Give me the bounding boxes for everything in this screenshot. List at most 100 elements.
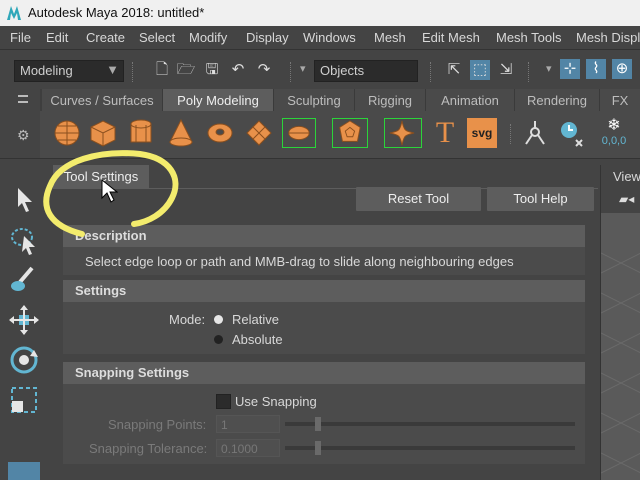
snap-curve-icon[interactable]: ⌇ — [586, 59, 606, 79]
relative-label[interactable]: Relative — [232, 312, 279, 327]
settings-header-label: Settings — [75, 283, 127, 298]
snapping-points-field[interactable]: 1 — [216, 415, 280, 433]
new-scene-icon[interactable]: 🗋 — [152, 60, 172, 80]
radio-absolute[interactable] — [214, 335, 223, 344]
description-header-label: Description — [75, 228, 147, 243]
menuset-dropdown[interactable]: Modeling ▼ — [14, 60, 124, 82]
menu-edit[interactable]: Edit — [46, 30, 68, 45]
lasso-tool-icon[interactable] — [8, 224, 40, 256]
shelf-menu-icon[interactable] — [18, 95, 28, 103]
select-tool-icon[interactable] — [8, 184, 40, 216]
select-object-icon[interactable]: ⬚ — [470, 60, 490, 80]
history-icon[interactable] — [556, 118, 586, 148]
poly-cone-icon[interactable] — [166, 118, 196, 148]
open-scene-icon[interactable]: 🗁 — [176, 60, 196, 80]
use-snapping-label[interactable]: Use Snapping — [235, 394, 317, 409]
poly-disc-icon[interactable] — [282, 118, 316, 148]
poly-cube-icon[interactable] — [88, 118, 118, 148]
reset-tool-button[interactable]: Reset Tool — [356, 187, 481, 211]
shelf: ⚙ T svg ❄ 0,0,0 — [0, 111, 640, 159]
svg-icon[interactable]: svg — [467, 118, 497, 148]
freeze-transform-icon[interactable]: ❄ 0,0,0 — [596, 118, 632, 148]
use-snapping-checkbox[interactable] — [216, 394, 231, 409]
shelf-tab-bar: Curves / Surfaces Poly Modeling Sculptin… — [0, 89, 640, 111]
undo-icon[interactable]: ↶ — [228, 60, 248, 80]
menu-file[interactable]: File — [10, 30, 31, 45]
status-line: Modeling ▼ 🗋 🗁 🖫 ↶ ↷ ▾ Objects ⇱ ⬚ ⇲ ▾ ⊹… — [0, 50, 640, 88]
select-component-icon[interactable]: ⇲ — [496, 60, 516, 80]
type-icon[interactable]: T — [430, 118, 460, 148]
menu-create[interactable]: Create — [86, 30, 125, 45]
selection-mask-dropdown[interactable]: Objects — [314, 60, 418, 82]
absolute-label[interactable]: Absolute — [232, 332, 283, 347]
shelf-tab-poly-modeling[interactable]: Poly Modeling — [163, 89, 274, 111]
shelf-tab-fx[interactable]: FX — [600, 89, 640, 111]
window-title: Autodesk Maya 2018: untitled* — [28, 5, 205, 20]
snapping-tolerance-slider-handle[interactable] — [315, 441, 321, 455]
viewport[interactable]: View ▰◂ — [600, 165, 640, 480]
viewport-grid — [601, 252, 640, 474]
settings-section-body: Mode: Relative Absolute — [63, 302, 585, 354]
snap-grid-icon[interactable]: ⊹ — [560, 59, 580, 79]
rotate-tool-icon[interactable] — [8, 344, 40, 376]
snapping-header-label: Snapping Settings — [75, 365, 190, 380]
shelf-menu-area — [0, 89, 40, 111]
shelf-tab-curves-surfaces[interactable]: Curves / Surfaces — [42, 89, 163, 111]
paint-select-tool-icon[interactable] — [8, 264, 40, 296]
description-section-body: Select edge loop or path and MMB-drag to… — [63, 247, 585, 275]
menuset-value: Modeling — [20, 63, 73, 78]
menu-edit-mesh[interactable]: Edit Mesh — [422, 30, 480, 45]
poly-plane-icon[interactable] — [244, 118, 274, 148]
snap-point-icon[interactable]: ⊕ — [612, 59, 632, 79]
shelf-tab-rendering[interactable]: Rendering — [515, 89, 600, 111]
gear-icon[interactable]: ⚙ — [17, 127, 30, 144]
divider — [528, 62, 530, 82]
selection-mask-value: Objects — [320, 63, 365, 78]
poly-platonic-icon[interactable] — [332, 118, 368, 148]
description-text: Select edge loop or path and MMB-drag to… — [85, 254, 514, 269]
move-tool-icon[interactable] — [8, 304, 40, 336]
shelf-tab-rigging[interactable]: Rigging — [355, 89, 426, 111]
viewport-view-menu[interactable]: View — [613, 169, 640, 184]
super-shape-icon[interactable] — [384, 118, 422, 148]
pivot-icon[interactable] — [520, 118, 550, 148]
snapping-section-header[interactable]: Snapping Settings — [63, 362, 585, 384]
settings-section-header[interactable]: Settings — [63, 280, 585, 302]
save-scene-icon[interactable]: 🖫 — [202, 60, 222, 80]
last-tool-icon[interactable] — [8, 462, 40, 480]
menu-mesh[interactable]: Mesh — [374, 30, 406, 45]
menu-display[interactable]: Display — [246, 30, 289, 45]
redo-icon[interactable]: ↷ — [254, 60, 274, 80]
snapping-tolerance-slider[interactable] — [285, 446, 575, 450]
chevron-down-icon[interactable]: ▾ — [300, 62, 306, 75]
poly-cylinder-icon[interactable] — [126, 118, 156, 148]
shelf-side: ⚙ — [0, 111, 40, 158]
snapping-points-slider-handle[interactable] — [315, 417, 321, 431]
chevron-down-icon[interactable]: ▾ — [546, 62, 552, 75]
select-hierarchy-icon[interactable]: ⇱ — [444, 60, 464, 80]
shelf-tab-sculpting[interactable]: Sculpting — [274, 89, 355, 111]
radio-relative[interactable] — [214, 315, 223, 324]
snapping-tolerance-label: Snapping Tolerance: — [89, 441, 208, 456]
menu-modify[interactable]: Modify — [189, 30, 227, 45]
divider — [132, 62, 134, 82]
divider — [290, 62, 292, 82]
menu-mesh-tools[interactable]: Mesh Tools — [496, 30, 562, 45]
menu-select[interactable]: Select — [139, 30, 175, 45]
viewport-toolbar: ▰◂ — [601, 187, 640, 213]
scale-tool-icon[interactable] — [8, 384, 40, 416]
maya-logo-icon — [7, 6, 21, 20]
snapping-section-body: Use Snapping Snapping Points: 1 Snapping… — [63, 384, 585, 464]
menu-windows[interactable]: Windows — [303, 30, 356, 45]
shelf-tab-animation[interactable]: Animation — [426, 89, 515, 111]
camera-icon[interactable]: ▰◂ — [619, 192, 634, 206]
poly-sphere-icon[interactable] — [52, 118, 82, 148]
snapping-points-slider[interactable] — [285, 422, 575, 426]
description-section-header[interactable]: Description — [63, 225, 585, 247]
poly-torus-icon[interactable] — [205, 118, 235, 148]
menu-mesh-display[interactable]: Mesh Display — [576, 30, 640, 45]
mouse-cursor-icon — [101, 178, 118, 203]
tool-help-button[interactable]: Tool Help — [487, 187, 594, 211]
snapping-tolerance-field[interactable]: 0.1000 — [216, 439, 280, 457]
divider — [430, 62, 432, 82]
